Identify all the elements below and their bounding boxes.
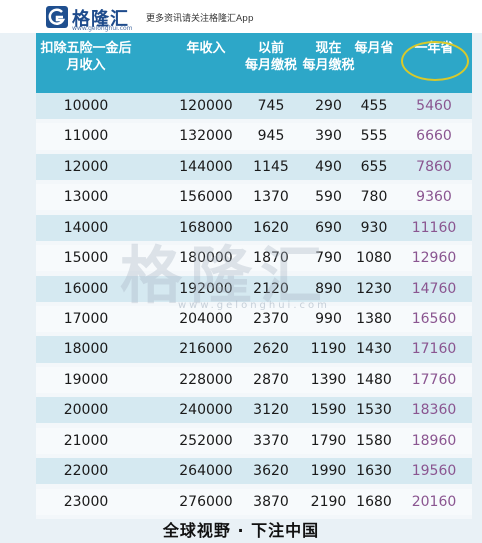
cell-monthly-savings: 1680 xyxy=(356,493,392,510)
cell-annual-savings: 12960 xyxy=(411,250,457,267)
cell-annual-savings: 19560 xyxy=(411,463,457,480)
cell-monthly-savings: 1580 xyxy=(356,432,392,449)
table-row: 18000 216000 2620 1190 1430 17160 xyxy=(36,336,472,363)
cell-monthly-income: 10000 xyxy=(63,98,109,114)
cell-annual-savings: 18360 xyxy=(411,402,457,419)
cell-annual-savings: 20160 xyxy=(411,493,457,510)
cell-monthly-income: 13000 xyxy=(63,189,109,206)
table-row: 15000 180000 1870 790 1080 12960 xyxy=(36,245,472,272)
table-row: 20000 240000 3120 1590 1530 18360 xyxy=(36,397,472,424)
table-row: 16000 192000 2120 890 1230 14760 xyxy=(36,275,472,302)
cell-monthly-savings: 780 xyxy=(360,189,388,206)
header-monthly-savings: 每月省 xyxy=(354,41,394,56)
table-row: 23000 276000 3870 2190 1680 20160 xyxy=(36,488,472,515)
cell-annual-savings: 14760 xyxy=(411,280,457,297)
table-row: 21000 252000 3370 1790 1580 18960 xyxy=(36,427,472,454)
cell-annual-savings: 11160 xyxy=(411,219,457,236)
cell-monthly-income: 22000 xyxy=(63,463,109,480)
cell-monthly-savings: 1480 xyxy=(356,371,392,388)
brand-tagline: 更多资讯请关注格隆汇App xyxy=(146,14,254,24)
highlight-circle xyxy=(401,41,469,81)
cell-monthly-income: 23000 xyxy=(63,493,109,510)
top-banner: 格隆汇 www.gelonghui.com 更多资讯请关注格隆汇App xyxy=(0,0,482,33)
cell-monthly-savings: 455 xyxy=(360,98,388,114)
brand-url: www.gelonghui.com xyxy=(72,25,133,32)
table-row: 22000 264000 3620 1990 1630 19560 xyxy=(36,458,472,485)
header-monthly-income: 扣除五险一金后 月收入 xyxy=(40,41,132,73)
cell-annual-savings: 6660 xyxy=(416,128,452,145)
cell-monthly-income: 16000 xyxy=(63,280,109,297)
cell-monthly-savings: 930 xyxy=(360,219,388,236)
cell-annual-savings: 17760 xyxy=(411,371,457,388)
cell-annual-savings: 7860 xyxy=(416,158,452,175)
cell-monthly-income: 21000 xyxy=(63,432,109,449)
cell-monthly-savings: 655 xyxy=(360,158,388,175)
cell-monthly-savings: 1080 xyxy=(356,250,392,267)
cell-monthly-savings: 1630 xyxy=(356,463,392,480)
cell-monthly-income: 11000 xyxy=(63,128,109,145)
cell-monthly-income: 18000 xyxy=(63,341,109,358)
cell-monthly-income: 14000 xyxy=(63,219,109,236)
cell-monthly-income: 19000 xyxy=(63,371,109,388)
gelonghui-logo-icon xyxy=(46,6,68,28)
table-row: 12000 144000 1145 490 655 7860 xyxy=(36,153,472,180)
cell-monthly-savings: 1430 xyxy=(356,341,392,358)
cell-monthly-income: 20000 xyxy=(63,402,109,419)
cell-monthly-savings: 1230 xyxy=(356,280,392,297)
cell-annual-savings: 18960 xyxy=(411,432,457,449)
table-row: 10000 120000 745 290 455 5460 xyxy=(36,93,472,120)
cell-monthly-income: 12000 xyxy=(63,158,109,175)
table-row: 14000 168000 1620 690 930 11160 xyxy=(36,214,472,241)
table-row: 13000 156000 1370 590 780 9360 xyxy=(36,184,472,211)
table-row: 19000 228000 2870 1390 1480 17760 xyxy=(36,366,472,393)
cell-monthly-income: 15000 xyxy=(63,250,109,267)
watermark-url: www.gelonghui.com xyxy=(178,300,330,311)
footer-slogan: 全球视野 · 下注中国 xyxy=(0,519,482,543)
cell-annual-savings: 9360 xyxy=(416,189,452,206)
cell-monthly-income: 17000 xyxy=(63,311,109,327)
cell-monthly-savings: 1530 xyxy=(356,402,392,419)
table-row: 11000 132000 945 390 555 6660 xyxy=(36,123,472,150)
cell-monthly-savings: 1380 xyxy=(356,311,392,327)
cell-monthly-savings: 555 xyxy=(360,128,388,145)
cell-annual-savings: 16560 xyxy=(411,311,457,327)
cell-annual-savings: 17160 xyxy=(411,341,457,358)
table-header: 扣除五险一金后 月收入 年收入 以前 每月缴税 现在 每月缴税 每月省 一年省 xyxy=(36,33,472,93)
cell-annual-savings: 5460 xyxy=(416,98,452,114)
tax-savings-table: 扣除五险一金后 月收入 年收入 以前 每月缴税 现在 每月缴税 每月省 一年省 … xyxy=(36,33,472,519)
